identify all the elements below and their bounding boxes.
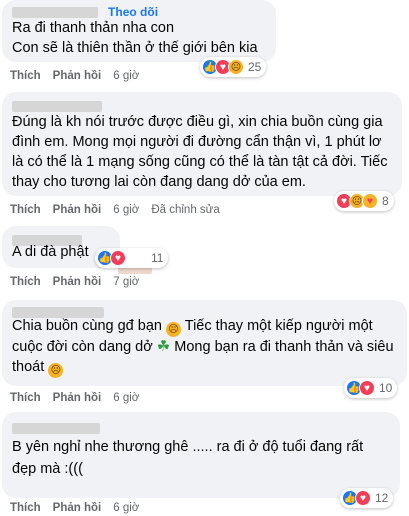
reaction-summary[interactable]: ♥ ☹ ♥ 8 [334, 191, 394, 211]
reply-button[interactable]: Phản hồi [53, 70, 102, 82]
comment-actions: Thích Phản hồi 6 giờ [10, 392, 139, 404]
timestamp[interactable]: 7 giờ [113, 276, 139, 288]
like-button[interactable]: Thích [10, 70, 41, 82]
comment-text-part: Chia buồn cùng gđ bạn [12, 318, 166, 334]
timestamp[interactable]: 6 giờ [113, 502, 139, 514]
comment-actions: Thích Phản hồi 6 giờ [10, 502, 139, 514]
love-icon: ♥ [355, 490, 371, 506]
sad-icon: ☹ [228, 59, 244, 75]
timestamp[interactable]: 6 giờ [113, 70, 139, 82]
timestamp[interactable]: 6 giờ [113, 204, 139, 216]
love-icon: ♥ [359, 380, 375, 396]
author-name-blurred[interactable] [12, 6, 98, 18]
reaction-count: 8 [382, 194, 389, 208]
comment-author[interactable] [12, 96, 392, 112]
comment-bubble: Đúng là kh nói trước được điều gì, xin c… [2, 92, 402, 196]
reply-button[interactable]: Phản hồi [53, 204, 102, 216]
like-button[interactable]: Thích [10, 204, 41, 216]
comment-actions: Thích Phản hồi 6 giờ Đã chỉnh sửa [10, 204, 220, 216]
author-name-blurred[interactable] [12, 100, 102, 112]
comment-actions: Thích Phản hồi 7 giờ [10, 276, 139, 288]
reply-button[interactable]: Phản hồi [53, 392, 102, 404]
reaction-count: 10 [379, 381, 393, 395]
comment-bubble: Theo dõi Ra đi thanh thản nha con Con sẽ… [2, 0, 276, 62]
reaction-count: 11 [151, 251, 164, 265]
reaction-count: 12 [375, 491, 389, 505]
comment-bubble: B yên nghỉ nhe thương ghê ..... ra đi ở … [2, 412, 400, 498]
reaction-summary[interactable]: 👍 ♥ ☹ 25 [200, 57, 267, 77]
comment-actions: Thích Phản hồi 6 giờ [10, 70, 139, 82]
care-icon: ♥ [362, 193, 378, 209]
reaction-summary[interactable]: 👍 ♥ 12 [340, 488, 394, 508]
disappointed-emoji-icon: ☹ [166, 322, 181, 337]
like-button[interactable]: Thích [10, 502, 41, 514]
reply-button[interactable]: Phản hồi [53, 276, 102, 288]
comment-text: B yên nghỉ nhe thương ghê ..... ra đi ở … [12, 439, 368, 477]
timestamp[interactable]: 6 giờ [113, 392, 139, 404]
reaction-summary[interactable]: 👍 ♥ 11 [95, 248, 169, 268]
comment-author[interactable]: Theo dõi [12, 2, 266, 19]
like-button[interactable]: Thích [10, 392, 41, 404]
reaction-summary[interactable]: 👍 ♥ 10 [344, 378, 398, 398]
comment-bubble: Chia buồn cùng gđ bạn ☹ Tiếc thay một ki… [2, 300, 407, 386]
like-button[interactable]: Thích [10, 276, 41, 288]
edited-label[interactable]: Đã chỉnh sửa [151, 204, 219, 216]
love-icon: ♥ [110, 250, 126, 266]
comment-author[interactable] [12, 418, 390, 436]
comment-author[interactable] [12, 230, 110, 246]
comment-text: Đúng là kh nói trước được điều gì, xin c… [12, 114, 392, 190]
author-name-blurred[interactable] [12, 422, 100, 434]
reply-button[interactable]: Phản hồi [53, 502, 102, 514]
reaction-count: 25 [248, 60, 262, 74]
disappointed-emoji-icon: ☹ [48, 363, 64, 378]
comment-text: Ra đi thanh thản nha con Con sẽ là thiên… [12, 20, 258, 56]
comment-author[interactable] [12, 302, 397, 318]
four-leaf-clover-icon: ☘ [156, 338, 171, 355]
comment-text: Chia buồn cùng gđ bạn ☹ Tiếc thay một ki… [12, 316, 397, 378]
